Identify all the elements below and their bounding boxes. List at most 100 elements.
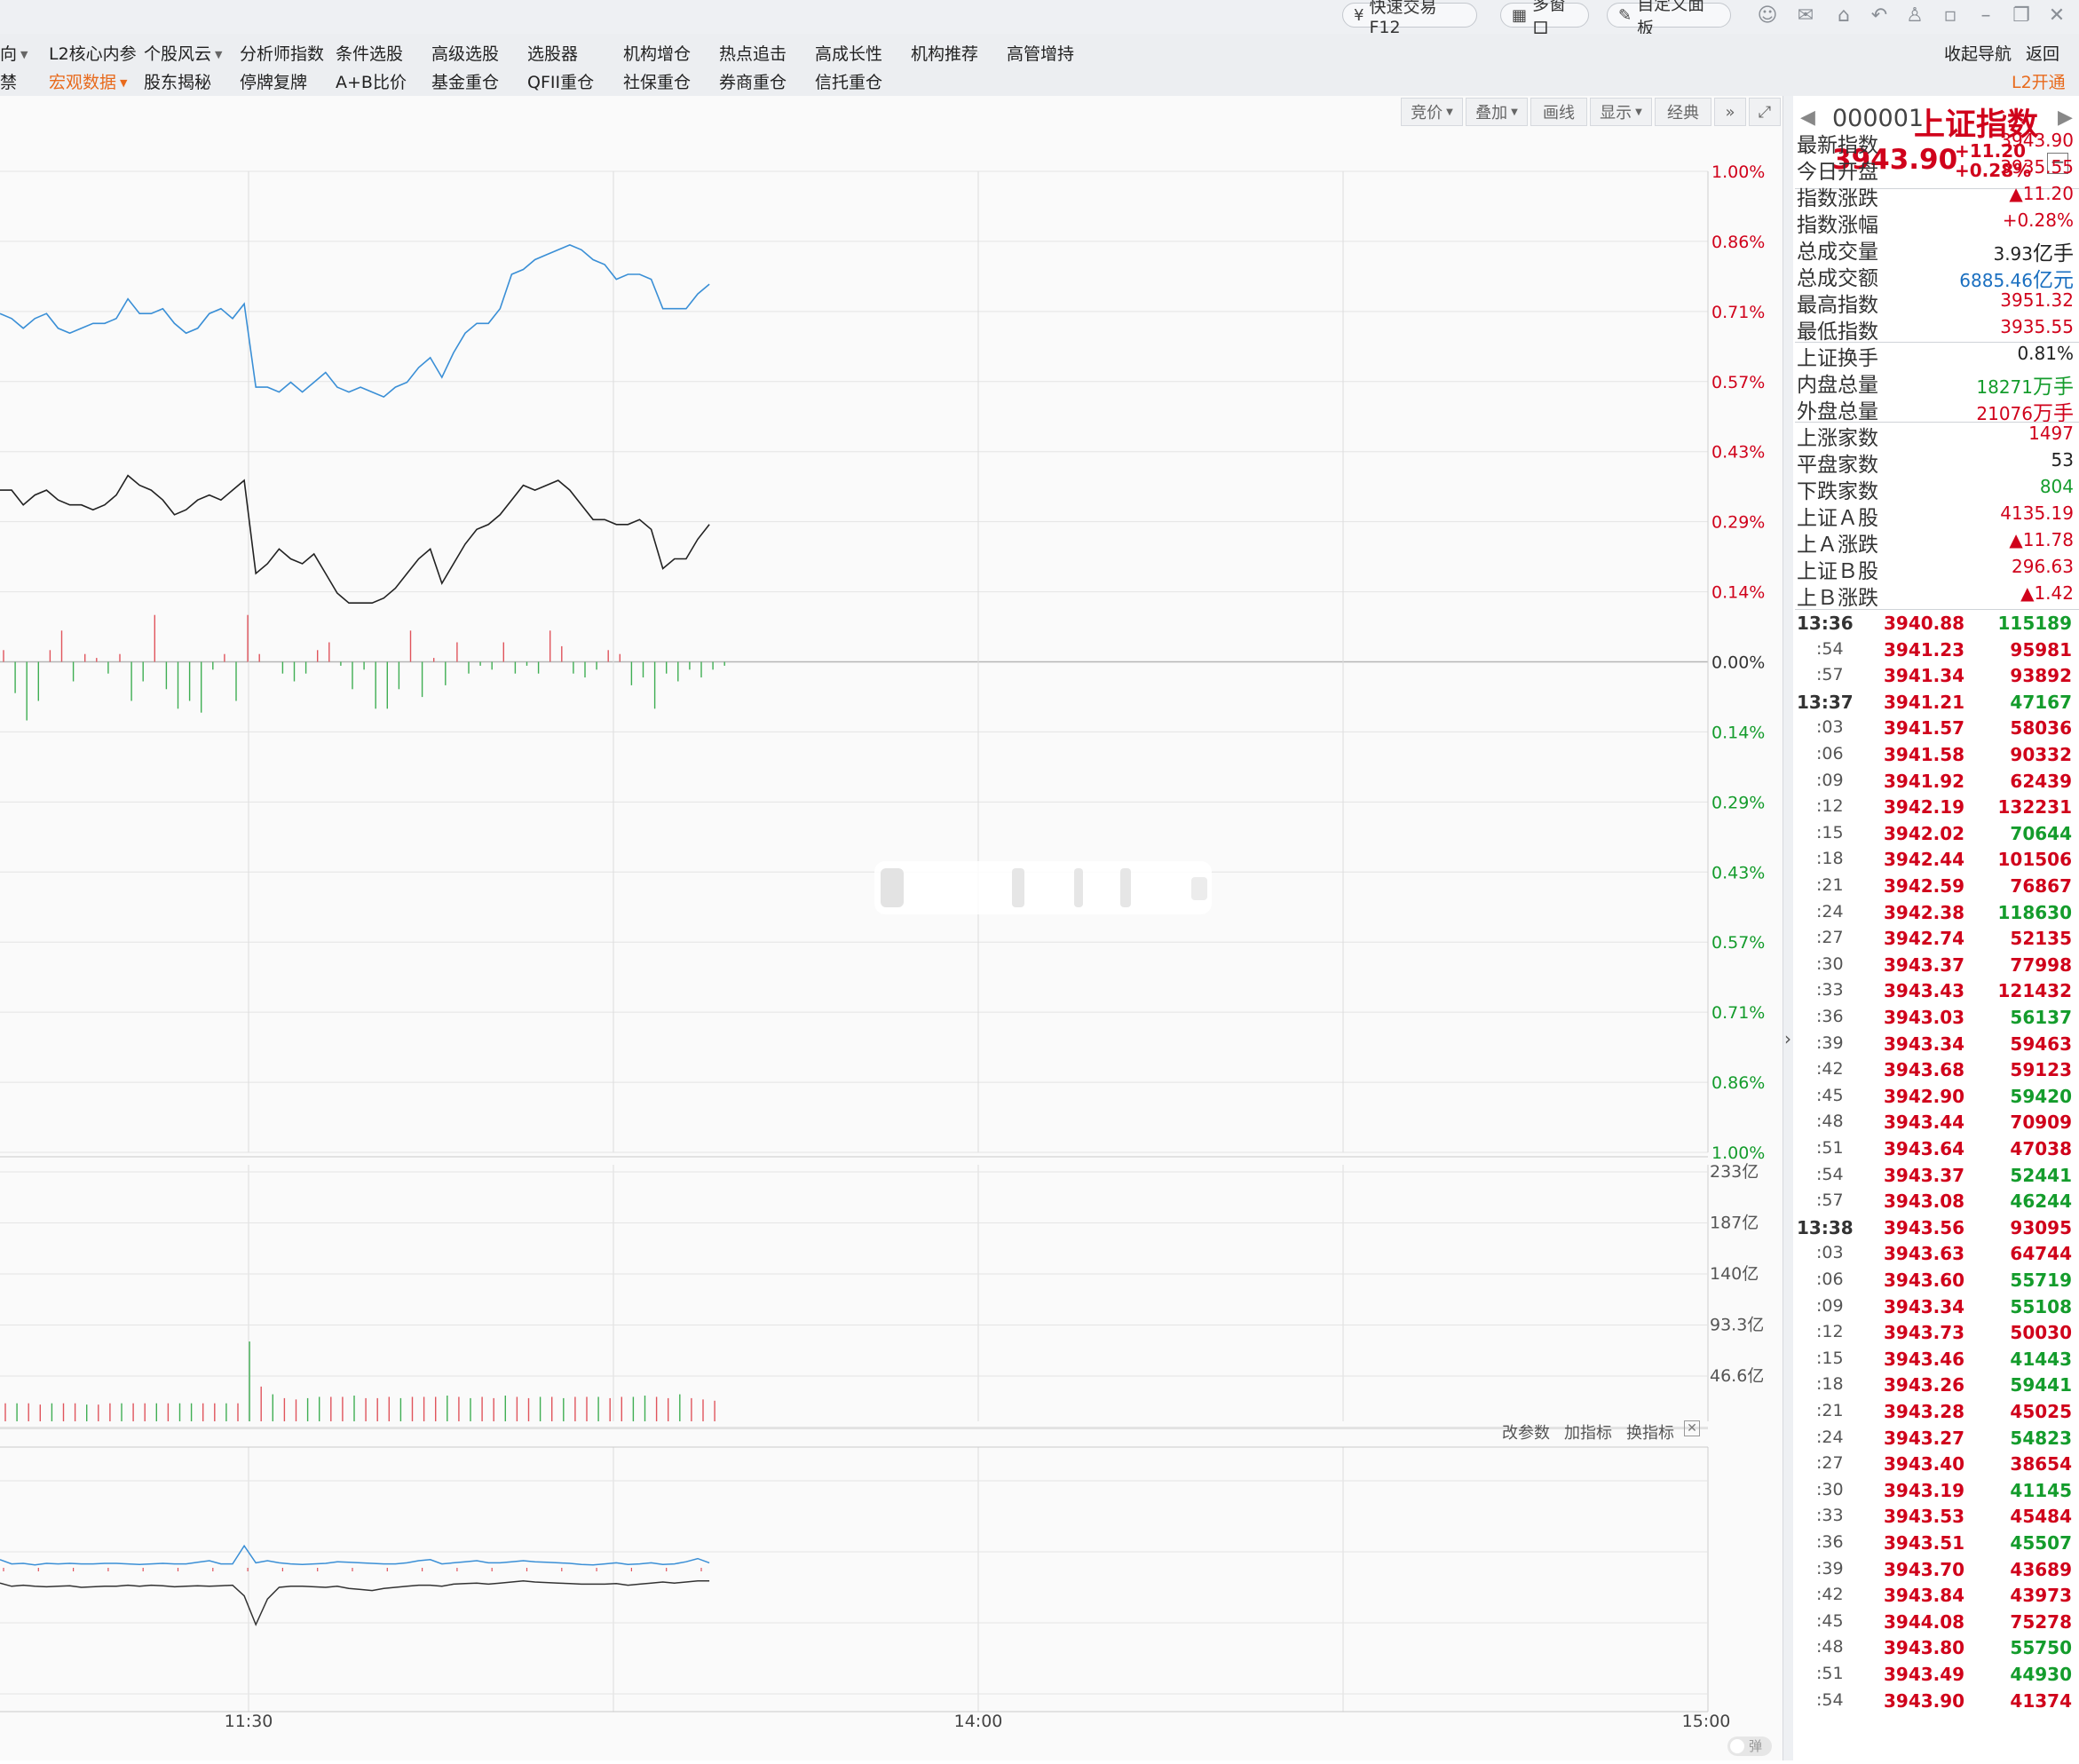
prev-stock-icon[interactable]: ◀ [1800, 107, 1815, 129]
tick-price: 3943.73 [1884, 1322, 1965, 1344]
close-indicator-icon[interactable]: ✕ [1684, 1420, 1700, 1436]
custom-panel-button[interactable]: ✎ 自定义面板 [1607, 0, 1731, 38]
loading-shape [1120, 868, 1131, 907]
tick-price: 3943.70 [1884, 1558, 1965, 1580]
menu-item-high-growth[interactable]: 高成长性 [815, 41, 882, 65]
edit-params-button[interactable]: 改参数 [1502, 1420, 1550, 1444]
overlay-button[interactable]: 叠加 ▼ [1466, 98, 1528, 126]
stat-label: 总成交额 [1797, 267, 1878, 290]
minimize-icon[interactable]: – [1973, 4, 1998, 28]
fast-forward-icon[interactable]: » [1714, 98, 1746, 126]
menu-item-hot-chase[interactable]: 热点追击 [719, 41, 787, 65]
menu-item-exec-increase[interactable]: 高管增持 [1007, 41, 1074, 65]
tick-time: :54 [1816, 638, 1844, 659]
switch-indicator-button[interactable]: 换指标 [1626, 1420, 1674, 1444]
tick-price: 3943.43 [1884, 980, 1965, 1002]
menu-item-trust-holding[interactable]: 信托重仓 [815, 69, 882, 93]
menu-item-ban[interactable]: 禁 [0, 69, 17, 93]
menu-item-shareholder[interactable]: 股东揭秘 [144, 69, 211, 93]
undo-icon[interactable]: ↶ [1867, 4, 1892, 28]
menu-item-l2-insider[interactable]: L2核心内参 [49, 41, 137, 65]
intraday-chart[interactable]: 1.00% 0.86% 0.71% 0.57% 0.43% 0.29% 0.14% 0.00%… [0, 96, 1783, 1760]
menu-item-macro-data[interactable]: 宏观数据 ▼ [49, 69, 127, 93]
stat-number: ▲1.42 [2020, 582, 2074, 604]
tick-time: :06 [1816, 744, 1844, 763]
tick-row: :09 3941.92 62439 [1797, 771, 2072, 796]
bid-button[interactable]: 竞价 ▼ [1401, 98, 1463, 126]
caret-down-icon: ▼ [215, 49, 223, 60]
mail-icon[interactable]: ✉ [1793, 4, 1818, 28]
back-button[interactable]: 返回 [2026, 41, 2059, 65]
x-axis-label: 11:30 [225, 1712, 273, 1731]
menu-item-condition-picker[interactable]: 条件选股 [336, 41, 403, 65]
tick-time: :09 [1816, 1295, 1844, 1316]
quick-trade-button[interactable]: ¥ 快速交易F12 [1342, 0, 1477, 37]
tick-time: :21 [1816, 875, 1844, 895]
menu-item-qfii-holding[interactable]: QFII重仓 [527, 69, 594, 93]
tick-row: :36 3943.03 56137 [1797, 1007, 2072, 1032]
maximize-icon[interactable]: ❐ [2009, 4, 2034, 28]
stat-row: 上涨家数 1497 [1797, 421, 2075, 450]
tick-price: 3943.08 [1884, 1191, 1965, 1213]
multi-window-button[interactable]: ▦ 多窗口 [1500, 0, 1589, 38]
fullscreen-icon[interactable]: ⤢ [1749, 98, 1781, 126]
tick-price: 3943.37 [1884, 953, 1965, 976]
l2-open-link[interactable]: L2开通 [2012, 69, 2066, 93]
tick-row: :54 3941.23 95981 [1797, 639, 2072, 665]
skin-icon[interactable]: ♙ [1902, 4, 1927, 28]
menu-item-stock-story[interactable]: 个股风云 ▼ [144, 41, 222, 65]
menu-item-suspend-resume[interactable]: 停牌复牌 [240, 69, 307, 93]
popup-toggle[interactable]: 弹 [1727, 1736, 1772, 1756]
menu-item-stock-picker[interactable]: 选股器 [527, 41, 578, 65]
tick-volume: 44930 [2010, 1664, 2072, 1685]
user-icon[interactable]: ☺ [1755, 4, 1780, 28]
tick-row: :33 3943.43 121432 [1797, 980, 2072, 1006]
stat-number: 53 [2051, 449, 2074, 471]
menu-item-ab-ratio[interactable]: A+B比价 [336, 69, 407, 93]
draw-line-button[interactable]: 画线 [1530, 98, 1587, 126]
menu-item-analyst-index[interactable]: 分析师指数 [240, 41, 324, 65]
loading-placeholder [874, 861, 1212, 914]
tick-row: :33 3943.53 45484 [1797, 1506, 2072, 1531]
next-stock-icon[interactable]: ▶ [2058, 107, 2073, 129]
tick-price: 3943.34 [1884, 1295, 1965, 1317]
home-icon[interactable]: ⌂ [1831, 4, 1856, 28]
grid-icon: ▦ [1512, 5, 1528, 25]
menu-item-inst-increase[interactable]: 机构增仓 [623, 41, 691, 65]
display-button[interactable]: 显示 ▼ [1590, 98, 1652, 126]
add-indicator-button[interactable]: 加指标 [1564, 1420, 1612, 1444]
tick-row: :18 3942.44 101506 [1797, 849, 2072, 874]
tick-price: 3943.68 [1884, 1059, 1965, 1081]
menu-item-direction[interactable]: 向 ▼ [0, 41, 28, 65]
menu-item-broker-holding[interactable]: 券商重仓 [719, 69, 787, 93]
tick-row: :54 3943.37 52441 [1797, 1165, 2072, 1191]
menu-item-social-security[interactable]: 社保重仓 [623, 69, 691, 93]
tick-volume: 41374 [2010, 1689, 2072, 1712]
menu-item-fund-holding[interactable]: 基金重仓 [431, 69, 499, 93]
menu-item-inst-recommend[interactable]: 机构推荐 [911, 41, 978, 65]
tick-time: :54 [1816, 1164, 1844, 1184]
menu-item-advanced-picker[interactable]: 高级选股 [431, 41, 499, 65]
stat-number: 3943.90 [2000, 130, 2074, 151]
close-icon[interactable]: ✕ [2044, 4, 2069, 28]
stat-label: 上涨家数 [1797, 427, 1878, 450]
tick-time: :33 [1816, 1506, 1844, 1526]
stat-row: 总成交额 6885.46亿元 [1797, 261, 2075, 292]
tick-volume: 41145 [2010, 1479, 2072, 1501]
restore-small-icon[interactable]: ▫ [1938, 4, 1963, 28]
tick-price: 3943.34 [1884, 1032, 1965, 1055]
stat-label: 上证换手 [1797, 347, 1878, 370]
tick-time: :30 [1816, 1479, 1844, 1499]
tick-row: :42 3943.84 43973 [1797, 1585, 2072, 1610]
tick-volume: 55108 [2010, 1295, 2072, 1317]
tick-volume: 59463 [2010, 1032, 2072, 1055]
tick-price: 3943.60 [1884, 1270, 1965, 1291]
stat-label: 指数涨跌 [1797, 187, 1878, 210]
tick-row: :45 3942.90 59420 [1797, 1086, 2072, 1111]
stat-row: 指数涨跌 ▲11.20 [1797, 181, 2075, 210]
classic-button[interactable]: 经典 [1655, 98, 1711, 126]
tick-volume: 45507 [2010, 1532, 2072, 1554]
tick-volume: 43689 [2010, 1558, 2072, 1580]
collapse-nav-button[interactable]: 收起导航 [1944, 41, 2012, 65]
y-axis-label: 1.00% [1711, 1143, 1765, 1163]
